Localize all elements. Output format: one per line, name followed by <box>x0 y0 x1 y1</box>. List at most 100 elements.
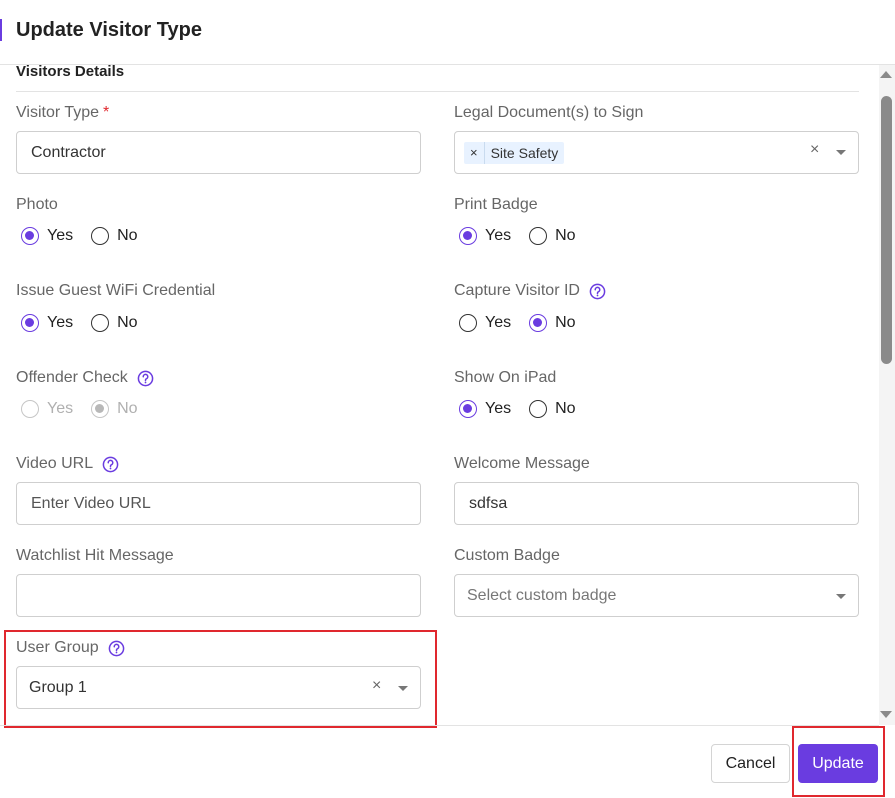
print-badge-yes-option[interactable]: Yes <box>459 227 511 245</box>
user-group-label-text: User Group <box>16 639 99 656</box>
cancel-button[interactable]: Cancel <box>711 744 790 783</box>
scroll-up-arrow-icon[interactable] <box>880 71 892 78</box>
radio-checked-icon[interactable] <box>459 400 477 418</box>
custom-badge-placeholder: Select custom badge <box>467 586 617 604</box>
offender-check-no-option: No <box>91 400 138 418</box>
required-mark: * <box>103 104 110 121</box>
radio-unchecked-icon <box>21 400 39 418</box>
show-ipad-no-option[interactable]: No <box>529 400 576 418</box>
radio-checked-icon[interactable] <box>21 227 39 245</box>
show-ipad-no-label: No <box>555 400 576 417</box>
legal-docs-chevron-down-icon[interactable] <box>836 150 846 155</box>
legal-docs-label: Legal Document(s) to Sign <box>454 104 643 122</box>
custom-badge-select[interactable]: Select custom badge <box>454 574 859 617</box>
welcome-message-value: sdfsa <box>469 494 508 512</box>
visitor-type-input[interactable]: Contractor <box>16 131 421 174</box>
photo-no-option[interactable]: No <box>91 227 138 245</box>
visitor-type-label-text: Visitor Type <box>16 104 100 121</box>
question-circle-icon[interactable] <box>137 370 154 387</box>
welcome-message-label-text: Welcome Message <box>454 455 590 472</box>
user-group-select[interactable]: Group 1 <box>16 666 421 709</box>
tag-label: Site Safety <box>490 144 559 161</box>
print-badge-no-label: No <box>555 227 576 244</box>
legal-docs-clear-icon[interactable]: × <box>810 141 819 159</box>
show-ipad-yes-option[interactable]: Yes <box>459 400 511 418</box>
print-badge-label: Print Badge <box>454 196 538 214</box>
show-ipad-label-text: Show On iPad <box>454 369 557 386</box>
scrollbar-thumb[interactable] <box>881 96 892 364</box>
visitor-type-value: Contractor <box>31 143 106 161</box>
photo-yes-label: Yes <box>47 227 74 244</box>
question-circle-icon[interactable] <box>589 283 606 300</box>
section-divider <box>16 91 859 92</box>
user-group-chevron-down-icon[interactable] <box>398 686 408 691</box>
capture-id-yes-option[interactable]: Yes <box>459 314 511 332</box>
question-circle-icon[interactable] <box>102 456 119 473</box>
legal-docs-label-text: Legal Document(s) to Sign <box>454 104 644 121</box>
photo-no-label: No <box>117 227 138 244</box>
user-group-value: Group 1 <box>29 678 87 696</box>
radio-unchecked-icon[interactable] <box>529 400 548 418</box>
photo-label: Photo <box>16 196 58 214</box>
visitor-type-label: Visitor Type * <box>16 104 109 122</box>
capture-id-label-text: Capture Visitor ID <box>454 282 580 299</box>
watchlist-message-label-text: Watchlist Hit Message <box>16 547 174 564</box>
welcome-message-label: Welcome Message <box>454 455 590 473</box>
guest-wifi-label-text: Issue Guest WiFi Credential <box>16 282 216 299</box>
video-url-label: Video URL <box>16 455 119 473</box>
capture-id-yes-label: Yes <box>485 314 512 331</box>
header-accent-bar <box>0 19 2 41</box>
offender-check-label: Offender Check <box>16 369 154 387</box>
custom-badge-label-text: Custom Badge <box>454 547 560 564</box>
guest-wifi-yes-label: Yes <box>47 314 74 331</box>
radio-unchecked-icon[interactable] <box>91 314 110 332</box>
guest-wifi-radio-group: Yes No <box>21 314 156 332</box>
offender-check-yes-label: Yes <box>47 400 74 417</box>
guest-wifi-no-option[interactable]: No <box>91 314 138 332</box>
show-ipad-label: Show On iPad <box>454 369 556 387</box>
show-ipad-yes-label: Yes <box>485 400 512 417</box>
header-divider <box>0 64 895 65</box>
section-title: Visitors Details <box>16 63 125 80</box>
custom-badge-label: Custom Badge <box>454 547 560 565</box>
print-badge-yes-label: Yes <box>485 227 512 244</box>
capture-id-no-option[interactable]: No <box>529 314 576 332</box>
guest-wifi-yes-option[interactable]: Yes <box>21 314 73 332</box>
photo-yes-option[interactable]: Yes <box>21 227 73 245</box>
print-badge-no-option[interactable]: No <box>529 227 576 245</box>
radio-unchecked-icon[interactable] <box>529 227 548 245</box>
legal-doc-tag: × Site Safety <box>464 141 565 164</box>
dialog-title: Update Visitor Type <box>16 19 202 41</box>
radio-checked-icon[interactable] <box>529 314 548 332</box>
tag-remove-icon[interactable]: × <box>464 141 485 164</box>
user-group-clear-icon[interactable]: × <box>372 677 381 695</box>
video-url-label-text: Video URL <box>16 455 94 472</box>
offender-check-no-label: No <box>117 400 138 417</box>
photo-radio-group: Yes No <box>21 227 156 245</box>
update-button[interactable]: Update <box>798 744 878 783</box>
print-badge-label-text: Print Badge <box>454 196 538 213</box>
radio-checked-icon[interactable] <box>459 227 477 245</box>
radio-checked-icon[interactable] <box>21 314 39 332</box>
question-circle-icon[interactable] <box>108 640 125 657</box>
radio-unchecked-icon[interactable] <box>459 314 477 332</box>
custom-badge-chevron-down-icon[interactable] <box>836 594 846 599</box>
watchlist-message-label: Watchlist Hit Message <box>16 547 174 565</box>
footer-divider <box>0 725 879 726</box>
offender-check-label-text: Offender Check <box>16 369 128 386</box>
welcome-message-input[interactable]: sdfsa <box>454 482 859 525</box>
watchlist-message-input[interactable] <box>16 574 421 617</box>
guest-wifi-no-label: No <box>117 314 138 331</box>
capture-id-label: Capture Visitor ID <box>454 282 606 300</box>
capture-id-radio-group: Yes No <box>459 314 594 332</box>
offender-check-yes-option: Yes <box>21 400 73 418</box>
radio-unchecked-icon[interactable] <box>91 227 110 245</box>
user-group-label: User Group <box>16 639 125 657</box>
radio-checked-icon <box>91 400 110 418</box>
print-badge-radio-group: Yes No <box>459 227 594 245</box>
capture-id-no-label: No <box>555 314 576 331</box>
scroll-down-arrow-icon[interactable] <box>880 711 892 718</box>
legal-docs-select[interactable]: × Site Safety <box>454 131 859 174</box>
guest-wifi-label: Issue Guest WiFi Credential <box>16 282 215 300</box>
video-url-input[interactable] <box>16 482 421 525</box>
